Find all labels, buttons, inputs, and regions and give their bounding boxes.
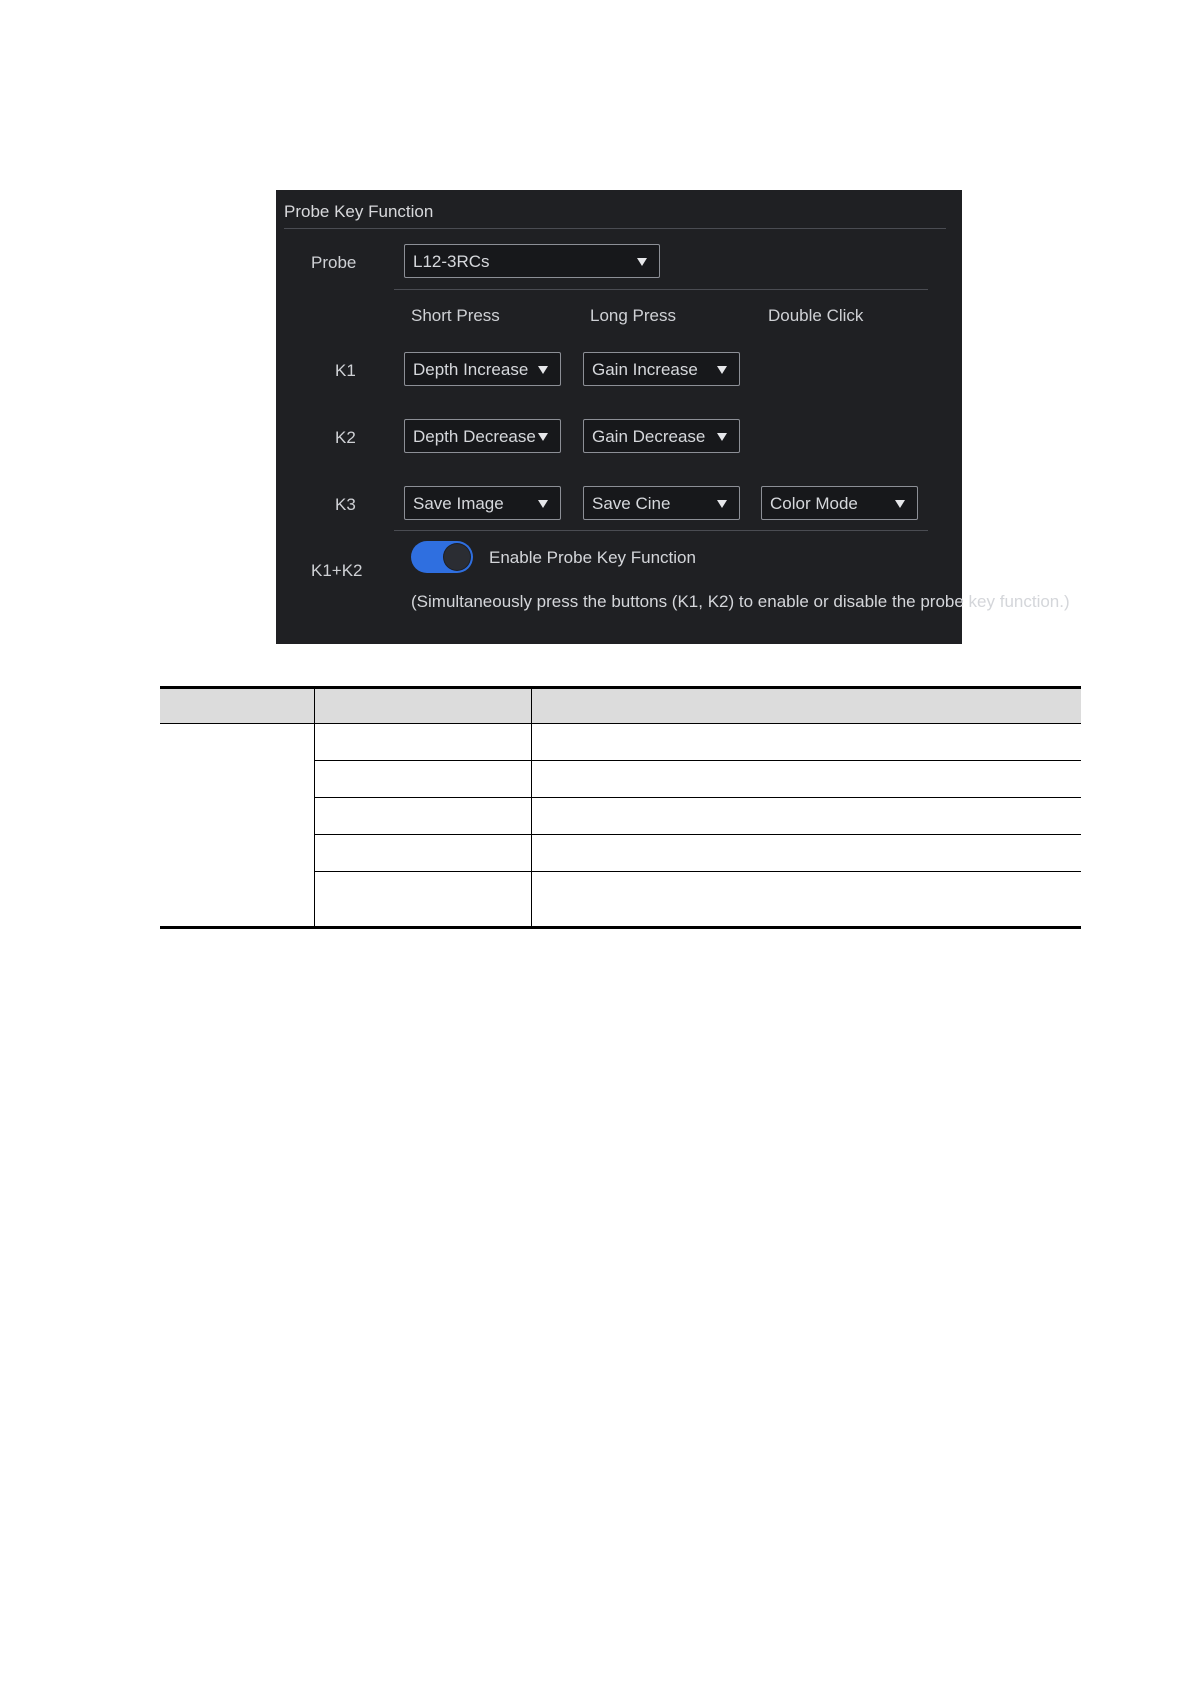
table-header-row — [160, 689, 1081, 724]
chevron-down-icon — [717, 500, 727, 508]
probe-select-value: L12-3RCs — [413, 252, 490, 271]
column-double-click: Double Click — [768, 306, 864, 325]
k1-short-press-value: Depth Increase — [413, 360, 529, 379]
column-short-press: Short Press — [411, 306, 500, 325]
table-row-divider — [314, 760, 1081, 761]
chevron-down-icon — [538, 433, 548, 441]
row-label-k1-k2: K1+K2 — [311, 561, 363, 580]
document-table — [160, 686, 1081, 929]
chevron-down-icon — [538, 366, 548, 374]
table-row-divider — [314, 871, 1081, 872]
panel-title: Probe Key Function — [284, 202, 434, 221]
k2-short-press-select[interactable]: Depth Decrease — [404, 419, 561, 453]
row-label-k3: K3 — [335, 495, 356, 514]
k3-short-press-value: Save Image — [413, 494, 504, 513]
chevron-down-icon — [717, 366, 727, 374]
probe-key-function-panel: Probe Key Function Probe L12-3RCs Short … — [276, 190, 1070, 644]
toggle-knob — [444, 544, 470, 570]
k2-long-press-select[interactable]: Gain Decrease — [583, 419, 740, 453]
table-row-divider — [314, 834, 1081, 835]
toggle-label: Enable Probe Key Function — [489, 548, 696, 567]
chevron-down-icon — [717, 433, 727, 441]
enable-probe-key-toggle[interactable] — [411, 541, 473, 573]
k1-long-press-value: Gain Increase — [592, 360, 698, 379]
row-label-k2: K2 — [335, 428, 356, 447]
row-label-k1: K1 — [335, 361, 356, 380]
probe-divider — [394, 289, 928, 290]
k2-long-press-value: Gain Decrease — [592, 427, 706, 446]
k3-long-press-select[interactable]: Save Cine — [583, 486, 740, 520]
k3-short-press-select[interactable]: Save Image — [404, 486, 561, 520]
chevron-down-icon — [538, 500, 548, 508]
toggle-note: (Simultaneously press the buttons (K1, K… — [411, 592, 1070, 611]
k2-short-press-value: Depth Decrease — [413, 427, 536, 446]
column-divider — [314, 689, 315, 929]
k3-long-press-value: Save Cine — [592, 494, 671, 513]
column-long-press: Long Press — [590, 306, 676, 325]
k3-double-click-select[interactable]: Color Mode — [761, 486, 918, 520]
title-divider — [284, 228, 946, 229]
table-row-divider — [314, 797, 1081, 798]
k3-double-click-value: Color Mode — [770, 494, 858, 513]
chevron-down-icon — [895, 500, 905, 508]
probe-select[interactable]: L12-3RCs — [404, 244, 660, 278]
probe-label: Probe — [311, 253, 357, 272]
k1-long-press-select[interactable]: Gain Increase — [583, 352, 740, 386]
rows-divider — [394, 530, 928, 531]
k1-short-press-select[interactable]: Depth Increase — [404, 352, 561, 386]
chevron-down-icon — [637, 258, 647, 266]
column-divider — [531, 689, 532, 929]
